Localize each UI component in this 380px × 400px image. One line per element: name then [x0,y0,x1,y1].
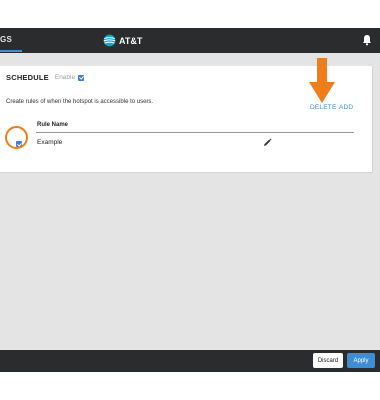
pencil-icon[interactable] [263,138,272,147]
delete-button[interactable]: DELETE [310,104,337,111]
schedule-title: SCHEDULE [6,73,49,82]
bell-icon[interactable] [362,34,372,46]
add-button[interactable]: ADD [339,104,353,111]
bottom-bar: Discard Apply [0,350,380,372]
page-tab-label[interactable]: GS [0,35,12,44]
discard-button[interactable]: Discard [313,353,343,368]
rule-name-cell: Example [37,139,63,146]
rule-name-column-header: Rule Name [37,122,69,128]
screen: GS AT&T SCHEDULE Enable Create rules of … [0,0,380,400]
top-bar: GS AT&T [0,28,380,53]
apply-button[interactable]: Apply [347,353,375,368]
highlight-circle [5,126,28,149]
arrow-down-icon [309,58,335,103]
att-globe-icon [103,34,116,47]
schedule-description: Create rules of when the hotspot is acce… [6,99,154,105]
table-header-divider [36,132,354,133]
enable-label: Enable [54,74,76,81]
active-tab-indicator [0,50,22,52]
schedule-title-row: SCHEDULE Enable [6,73,85,82]
brand-logo: AT&T [103,33,142,48]
brand-name: AT&T [119,35,143,46]
enable-checkbox[interactable] [78,74,85,81]
